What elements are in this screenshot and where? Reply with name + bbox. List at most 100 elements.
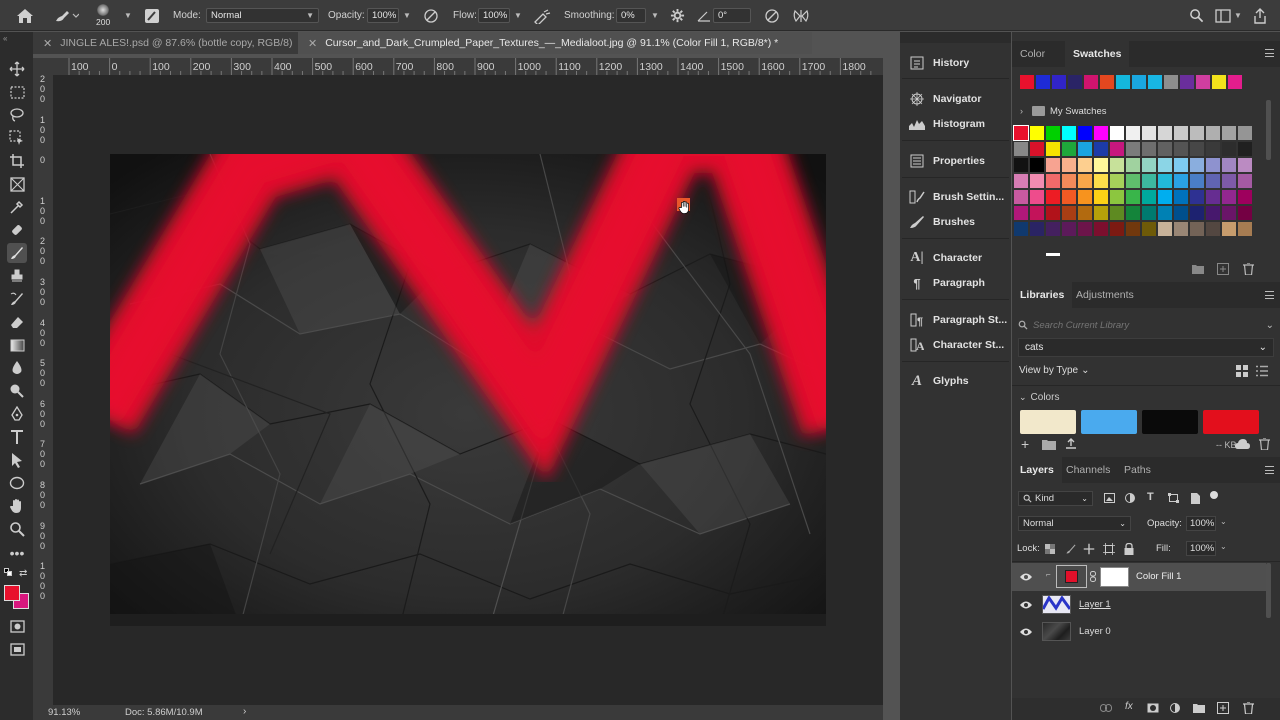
airbrush-icon[interactable] [533,0,551,31]
trash-icon[interactable] [1243,263,1254,275]
chevron-down-icon[interactable]: ▼ [403,11,411,20]
swatch[interactable] [1158,222,1172,236]
swatch[interactable] [1222,222,1236,236]
swatch[interactable] [1014,206,1028,220]
layer-filter-select[interactable]: Kind ⌄ [1018,491,1093,506]
hand-tool-icon[interactable] [7,496,27,516]
panel-menu-icon[interactable] [1265,49,1274,57]
trash-icon[interactable] [1243,702,1254,714]
blend-mode-select[interactable]: Normal ⌄ [1018,516,1131,531]
library-color-swatch[interactable] [1203,410,1259,434]
swatch[interactable] [1238,206,1252,220]
tab-jingle-ales[interactable]: ✕ JINGLE ALES!.psd @ 87.6% (bottle copy, … [33,32,298,54]
swatch[interactable] [1174,174,1188,188]
swatch[interactable] [1158,174,1172,188]
swatch[interactable] [1142,222,1156,236]
swatch[interactable] [1206,222,1220,236]
pressure-opacity-icon[interactable] [423,0,439,31]
swatch[interactable] [1190,190,1204,204]
mode-select[interactable]: Normal ▼ [206,8,319,23]
brush-tool-preset-icon[interactable] [53,0,79,31]
swatch[interactable] [1094,222,1108,236]
swatch[interactable] [1078,190,1092,204]
eraser-icon[interactable] [7,312,27,332]
swatch[interactable] [1222,126,1236,140]
swatch[interactable] [1142,174,1156,188]
swatch[interactable] [1110,190,1124,204]
chevron-down-icon[interactable]: ▼ [124,0,132,31]
layer-opacity-input[interactable]: 100% [1186,516,1216,531]
chevron-right-icon[interactable]: › [243,706,246,717]
swatch[interactable] [1126,142,1140,156]
new-group-icon[interactable] [1193,703,1205,713]
filter-pixel-icon[interactable] [1104,493,1115,503]
swatch[interactable] [1206,206,1220,220]
recent-swatch[interactable] [1228,75,1242,89]
swatch[interactable] [1142,206,1156,220]
panel-histogram[interactable]: Histogram [908,113,985,135]
eyedropper-icon[interactable] [7,197,27,217]
swatch[interactable] [1014,174,1028,188]
healing-brush-icon[interactable] [7,220,27,240]
swatch[interactable] [1094,190,1108,204]
opacity-input[interactable]: 100% [367,8,399,23]
library-color-swatch[interactable] [1081,410,1137,434]
swatch[interactable] [1158,190,1172,204]
swatch[interactable] [1190,222,1204,236]
recent-swatch[interactable] [1132,75,1146,89]
swatch[interactable] [1046,190,1060,204]
swatch[interactable] [1174,126,1188,140]
lock-pixels-icon[interactable] [1065,543,1077,555]
panel-glyphs[interactable]: A Glyphs [908,370,969,392]
history-brush-icon[interactable] [7,289,27,309]
cloud-icon[interactable] [1235,439,1250,449]
lasso-tool-icon[interactable] [7,105,27,125]
close-icon[interactable]: ✕ [43,37,52,50]
layer-name[interactable]: Layer 1 [1079,599,1111,610]
workspace-icon[interactable] [1215,0,1231,31]
layer-row-layer-1[interactable]: Layer 1 [1012,591,1266,618]
swatch[interactable] [1190,126,1204,140]
swatch[interactable] [1046,142,1060,156]
swatch[interactable] [1078,126,1092,140]
tab-cursor-crumpled-paper[interactable]: ✕ Cursor_and_Dark_Crumpled_Paper_Textures… [298,32,812,54]
path-selection-icon[interactable] [7,450,27,470]
swatch[interactable] [1062,206,1076,220]
swatch[interactable] [1142,158,1156,172]
chevron-down-icon[interactable]: ▼ [514,11,522,20]
panel-menu-icon[interactable] [1265,466,1274,474]
chevron-down-icon[interactable]: ▼ [1234,0,1242,31]
recent-swatch[interactable] [1052,75,1066,89]
swatch[interactable] [1222,190,1236,204]
recent-swatch[interactable] [1084,75,1098,89]
swatch[interactable] [1110,158,1124,172]
swatch[interactable] [1238,126,1252,140]
brush-settings-toggle-icon[interactable] [144,0,160,31]
share-icon[interactable] [1253,0,1267,31]
more-tools-icon[interactable]: ••• [7,543,27,563]
lock-all-icon[interactable] [1124,543,1134,555]
swatch[interactable] [1206,142,1220,156]
folder-icon[interactable] [1042,439,1056,450]
tab-libraries[interactable]: Libraries [1012,282,1073,308]
search-icon[interactable] [1189,0,1204,31]
swatch[interactable] [1110,142,1124,156]
tab-color[interactable]: Color [1020,41,1045,67]
gear-icon[interactable] [670,0,685,31]
swatch[interactable] [1014,142,1028,156]
swatch[interactable] [1238,158,1252,172]
layer-name[interactable]: Layer 0 [1079,626,1111,637]
swatch[interactable] [1142,190,1156,204]
swatch[interactable] [1222,142,1236,156]
chain-icon[interactable] [1090,571,1096,582]
swatch[interactable] [1014,222,1028,236]
swatch[interactable] [1206,190,1220,204]
blur-tool-icon[interactable] [7,358,27,378]
swatch[interactable] [1094,142,1108,156]
swatch[interactable] [1238,142,1252,156]
swatch[interactable] [1142,142,1156,156]
swatch[interactable] [1046,158,1060,172]
swatch[interactable] [1046,222,1060,236]
swatch[interactable] [1158,206,1172,220]
zoom-tool-icon[interactable] [7,519,27,539]
